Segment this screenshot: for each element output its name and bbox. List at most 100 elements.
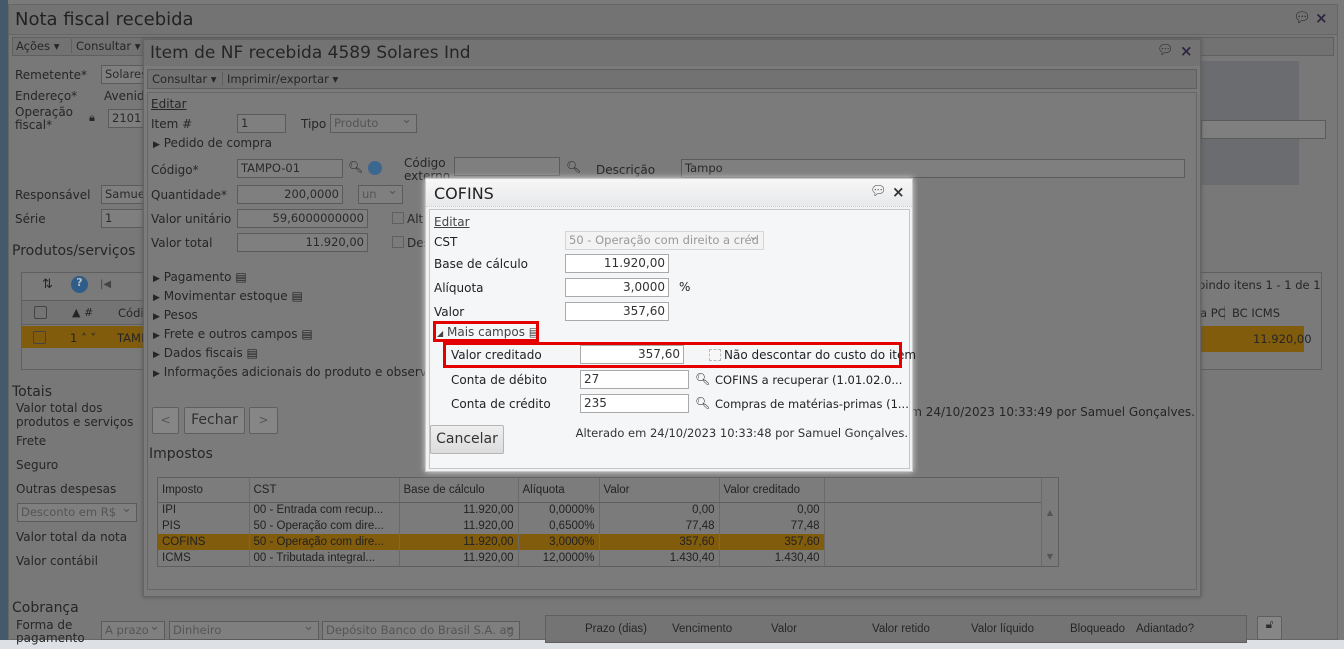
notes-icon: ▤ [246, 346, 258, 360]
section-pagamento[interactable]: ▶ Pagamento ▤ [153, 270, 247, 284]
col-codigo[interactable]: Códi [118, 306, 144, 320]
col-imposto[interactable]: Imposto [158, 478, 250, 503]
alt-checkbox[interactable] [392, 212, 404, 224]
item-menu-imprimir[interactable]: Imprimir/exportar ▾ [222, 72, 338, 86]
item-menu-consultar[interactable]: Consultar ▾ [152, 72, 217, 86]
globe-icon[interactable] [368, 161, 382, 175]
cell: 0,0000% [518, 502, 600, 518]
col-valor-creditado[interactable]: Valor creditado [719, 478, 825, 503]
cancelar-button[interactable]: Cancelar [430, 425, 504, 454]
menu-label: Imprimir/exportar [227, 72, 329, 86]
cell [824, 550, 1042, 566]
col-vencimento: Vencimento [672, 623, 733, 635]
dialog-close-icon[interactable]: × [892, 183, 905, 201]
descricao-input[interactable]: Tampo [681, 159, 1185, 178]
highlight-valor-creditado [443, 342, 902, 368]
serie-input[interactable]: 1 [101, 209, 146, 228]
comment-icon[interactable]: 💬︎ [1293, 10, 1311, 26]
responsavel-input[interactable]: Samuel [101, 185, 146, 204]
cst-select[interactable]: 50 - Operação com direito a créd [565, 231, 764, 250]
menu-acoes[interactable]: Ações ▾ [16, 39, 60, 53]
section-frete[interactable]: ▶ Frete e outros campos ▤ [153, 327, 313, 341]
credito-search-icon[interactable]: 🔍︎ [695, 396, 710, 410]
menu-label: Consultar [152, 72, 208, 86]
tax-row-pis[interactable]: PIS 50 - Operação com dire... 11.920,00 0,6… [158, 518, 1042, 534]
col-bc-icms: BC ICMS [1232, 306, 1281, 320]
col-aliquota[interactable]: Alíquota [518, 478, 600, 503]
tipo-select[interactable]: Produto [330, 114, 417, 133]
base-input[interactable]: 11.920,00 [565, 254, 669, 273]
col-valor[interactable]: Valor [599, 478, 720, 503]
valor-total-nota-label: Valor total da nota [16, 530, 128, 544]
valor-input[interactable]: 357,60 [565, 302, 669, 321]
desconto-select[interactable]: Desconto em R$ [17, 503, 137, 522]
unlock-button[interactable]: 🔓︎ [1257, 616, 1282, 640]
meio-select[interactable]: Dinheiro [169, 621, 319, 640]
col-bloqueado: Bloqueado [1070, 623, 1125, 635]
next-button[interactable]: > [249, 407, 278, 434]
cell [824, 502, 1042, 518]
select-all-checkbox[interactable] [34, 306, 47, 319]
cell: 11.920,00 [399, 502, 519, 518]
debito-search-icon[interactable]: 🔍︎ [695, 372, 710, 386]
section-estoque[interactable]: ▶ Movimentar estoque ▤ [153, 289, 303, 303]
operacao-input[interactable]: 2101 [108, 109, 148, 128]
tax-row-ipi[interactable]: IPI 00 - Entrada com recup... 11.920,00 0,0… [158, 502, 1042, 518]
col-cst[interactable]: CST [249, 478, 400, 503]
cell [824, 534, 1042, 550]
endereco-label: Endereço* [15, 89, 78, 103]
item-label: Item # [151, 117, 193, 131]
conta-select[interactable]: Depósito Banco do Brasil S.A. ag [322, 621, 520, 640]
des-checkbox[interactable] [392, 236, 404, 248]
close-icon[interactable]: × [1315, 9, 1328, 27]
tax-row-cofins[interactable]: COFINS 50 - Operação com dire... 11.920,00… [158, 534, 1042, 550]
tax-scrollbar[interactable]: ▲ ▼ [1041, 478, 1058, 566]
codigo-label: Código* [151, 163, 199, 177]
col-base[interactable]: Base de cálculo [399, 478, 519, 503]
section-pesos[interactable]: ▶ Pesos [153, 308, 198, 322]
refresh-icon[interactable]: ⇅ [42, 277, 53, 292]
item-close-icon[interactable]: × [1180, 42, 1193, 60]
quantidade-input[interactable]: 200,0000 [237, 185, 343, 204]
search-externo-icon[interactable]: 🔍︎ [566, 160, 581, 174]
dialog-comment-icon[interactable]: 💬︎ [870, 184, 887, 199]
tax-row-icms[interactable]: ICMS 00 - Tributada integral... 11.920,00 1… [158, 550, 1042, 566]
item-comment-icon[interactable]: 💬︎ [1157, 43, 1174, 58]
unidade-select[interactable]: un [358, 185, 403, 204]
aliquota-input[interactable]: 3,0000 [565, 278, 669, 297]
credito-input[interactable]: 235 [580, 394, 689, 413]
debito-label: Conta de débito [451, 373, 548, 387]
cell: 12,0000% [518, 550, 600, 566]
cell: 77,48 [599, 518, 720, 534]
cell: 357,60 [599, 534, 720, 550]
lock-icon: 🔒︎ [89, 111, 95, 124]
fechar-button[interactable]: Fechar [184, 407, 245, 434]
help-icon[interactable]: ? [71, 276, 88, 293]
prev-button[interactable]: < [152, 407, 179, 434]
valor-unitario-input[interactable]: 59,6000000000 [237, 209, 368, 228]
menu-consultar[interactable]: Consultar ▾ [71, 39, 141, 53]
responsavel-label: Responsável [15, 188, 91, 202]
valor-total-input[interactable]: 11.920,00 [237, 233, 368, 252]
row-checkbox[interactable] [33, 331, 46, 344]
right-input[interactable] [1201, 120, 1326, 139]
section-dados-fiscais[interactable]: ▶ Dados fiscais ▤ [153, 346, 258, 360]
item-input[interactable]: 1 [237, 114, 286, 133]
base-label: Base de cálculo [434, 257, 529, 271]
pedido-section[interactable]: ▶ Pedido de compra [153, 136, 272, 150]
col-number[interactable]: ▲ # [72, 306, 93, 319]
codigo-externo-input[interactable] [454, 157, 560, 176]
codigo-input[interactable]: TAMPO-01 [237, 159, 343, 178]
first-page-icon[interactable]: |◀ [100, 279, 111, 290]
debito-desc: COFINS a recuperar (1.01.02.0... [715, 373, 903, 387]
edit-link[interactable]: Editar [151, 97, 187, 111]
col-valor-liquido: Valor líquido [971, 623, 1035, 635]
search-icon[interactable]: 🔍︎ [348, 160, 363, 174]
forma-select[interactable]: A prazo [101, 621, 165, 640]
dialog-edit-link[interactable]: Editar [434, 215, 470, 229]
debito-input[interactable]: 27 [580, 370, 689, 389]
remetente-input[interactable]: Solares [101, 65, 146, 84]
cell: 11.920,00 [399, 518, 519, 534]
totais-title: Totais [12, 384, 52, 400]
section-info-adicionais[interactable]: ▶ Informações adicionais do produto e ob… [153, 365, 462, 379]
